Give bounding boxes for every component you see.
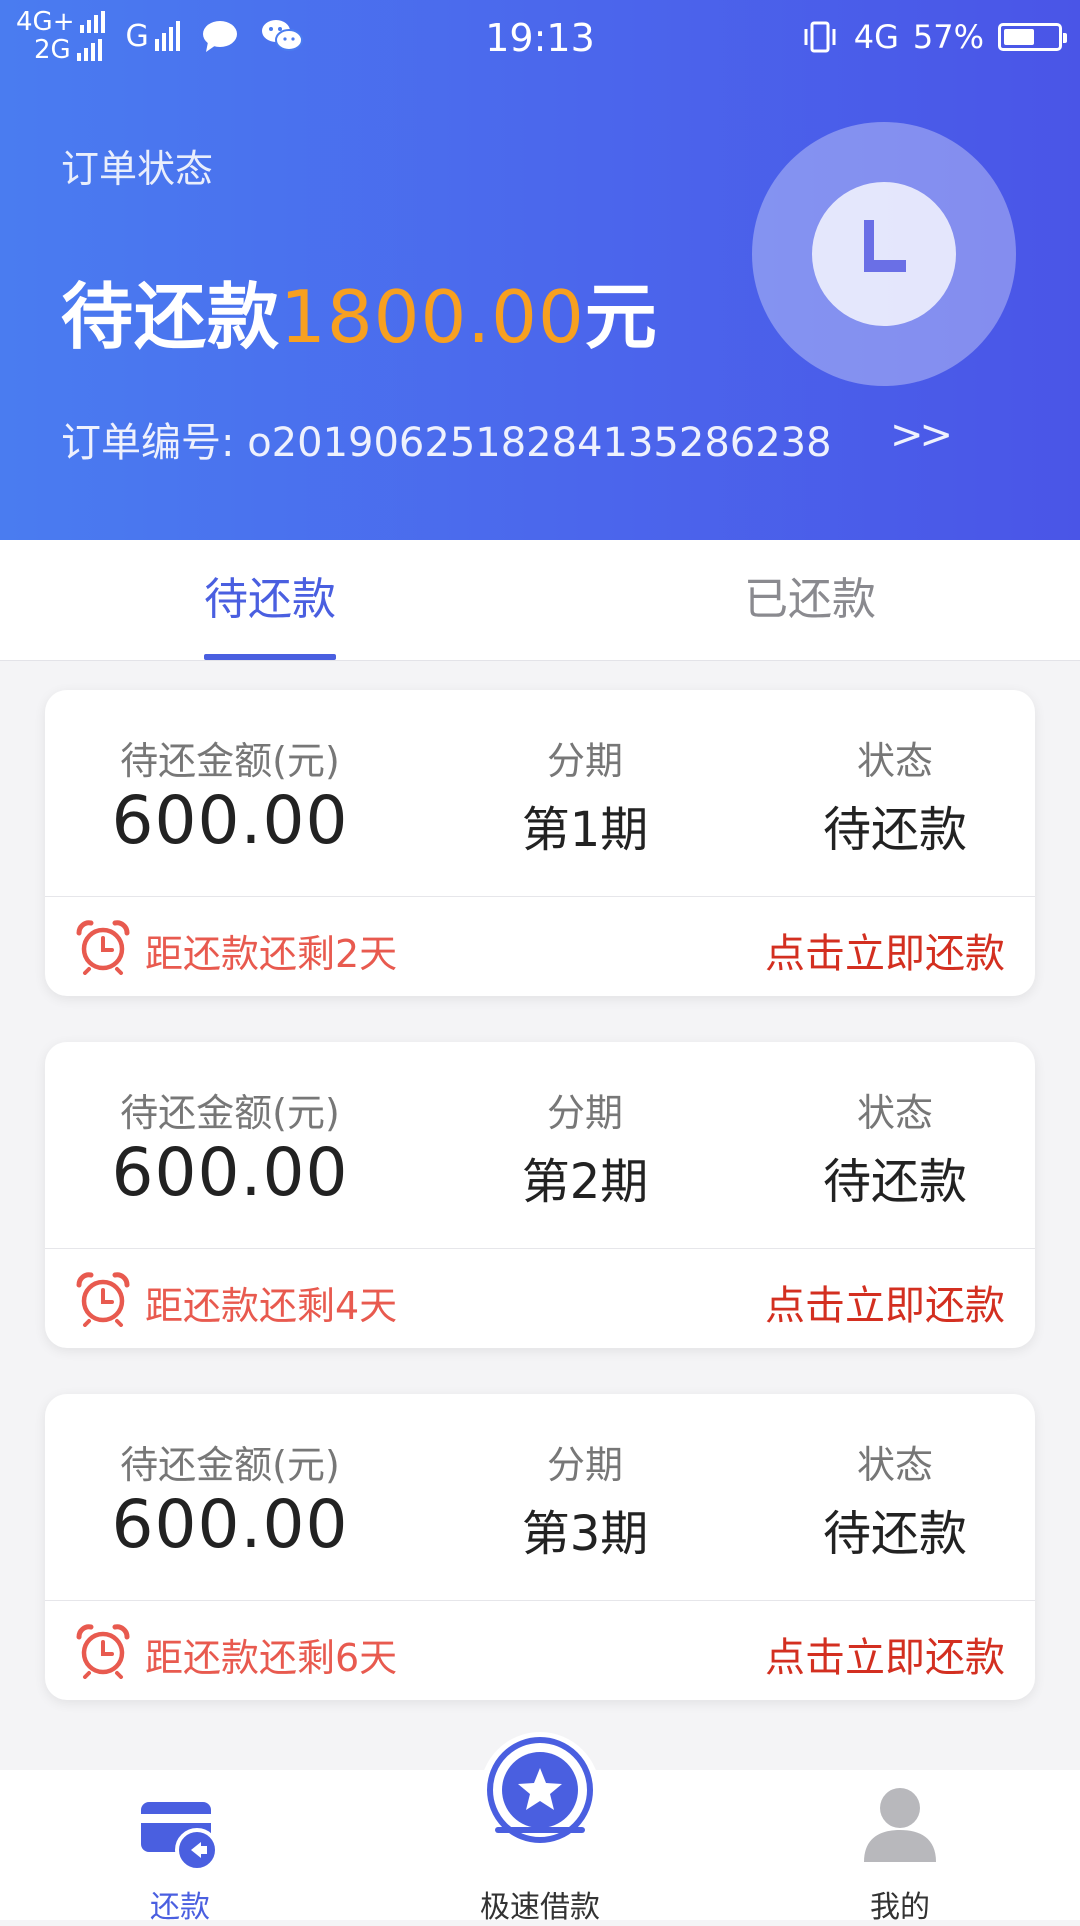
clock-icon — [864, 220, 906, 272]
installment-card: 待还金额(元) 600.00 分期 第1期 状态 待还款 距还款还剩2天 点击立… — [45, 690, 1035, 996]
network-type-right: 4G — [853, 18, 899, 56]
installment-status: 待还款 — [822, 802, 967, 858]
period-header: 分期 — [546, 1091, 623, 1135]
pay-now-button[interactable]: 点击立即还款 — [765, 1625, 1005, 1683]
amount-header: 待还金额(元) — [120, 1443, 340, 1487]
nav-label-repay: 还款 — [150, 1890, 210, 1925]
installment-amount: 600.00 — [111, 1134, 349, 1211]
nav-label-mine: 我的 — [870, 1890, 930, 1925]
tab-paid[interactable]: 已还款 — [540, 540, 1080, 660]
bottom-nav: 还款 极速借款 我的 — [0, 1732, 1080, 1925]
repayment-tabs: 待还款 已还款 — [0, 540, 1080, 661]
installment-status: 待还款 — [822, 1506, 967, 1562]
amount-header: 待还金额(元) — [120, 739, 340, 783]
nav-item-mine[interactable]: 我的 — [800, 1770, 1000, 1925]
alarm-clock-icon — [76, 1624, 130, 1679]
due-countdown: 距还款还剩2天 — [145, 932, 398, 976]
due-countdown: 距还款还剩4天 — [145, 1284, 398, 1328]
installment-period: 第3期 — [521, 1506, 649, 1562]
battery-icon — [998, 23, 1067, 51]
active-tab-indicator — [204, 654, 336, 660]
installment-period: 第1期 — [521, 802, 649, 858]
installment-card: 待还金额(元) 600.00 分期 第2期 状态 待还款 距还款还剩4天 点击立… — [45, 1042, 1035, 1348]
order-number: 订单编号: o2019062518284135286238 — [61, 410, 832, 468]
alarm-clock-icon — [76, 920, 130, 975]
amount-value: 1800.00 — [280, 275, 585, 359]
nav-item-quick-loan[interactable]: 极速借款 — [420, 1732, 660, 1925]
nav-label-quick-loan: 极速借款 — [480, 1890, 600, 1925]
pay-now-button[interactable]: 点击立即还款 — [765, 1273, 1005, 1331]
status-bar: 4G+ 2G G 19:13 4G 57% — [0, 0, 1080, 80]
period-header: 分期 — [546, 739, 623, 783]
order-number-label: 订单编号: — [61, 420, 235, 466]
nav-item-repay[interactable]: 还款 — [80, 1770, 280, 1925]
order-status-label: 订单状态 — [61, 147, 214, 191]
alarm-clock-icon — [76, 1272, 130, 1327]
battery-percent: 57% — [912, 18, 984, 56]
installment-card: 待还金额(元) 600.00 分期 第3期 状态 待还款 距还款还剩6天 点击立… — [45, 1394, 1035, 1700]
installment-amount: 600.00 — [111, 1486, 349, 1563]
installment-period: 第2期 — [521, 1154, 649, 1210]
amount-header: 待还金额(元) — [120, 1091, 340, 1135]
star-badge-icon — [484, 1736, 596, 1848]
user-icon — [864, 1788, 936, 1862]
status-header: 状态 — [856, 1443, 933, 1487]
order-detail-link[interactable]: >> — [890, 412, 953, 458]
installment-amount: 600.00 — [111, 782, 349, 859]
pending-amount: 待还款1800.00元 — [61, 258, 658, 363]
order-header: 4G+ 2G G 19:13 4G 57% 订单状态 待还款1800.00元 订… — [0, 0, 1080, 540]
order-number-value: o2019062518284135286238 — [247, 420, 832, 466]
card-repay-icon — [141, 1802, 219, 1872]
installment-status: 待还款 — [822, 1154, 967, 1210]
tab-pending[interactable]: 待还款 — [0, 540, 540, 660]
pay-now-button[interactable]: 点击立即还款 — [765, 921, 1005, 979]
status-header: 状态 — [856, 1091, 933, 1135]
clock-badge — [752, 122, 1016, 386]
vibrate-icon — [804, 21, 836, 53]
amount-prefix: 待还款 — [61, 275, 281, 359]
status-header: 状态 — [856, 739, 933, 783]
amount-suffix: 元 — [584, 275, 658, 359]
due-countdown: 距还款还剩6天 — [145, 1636, 398, 1680]
period-header: 分期 — [546, 1443, 623, 1487]
